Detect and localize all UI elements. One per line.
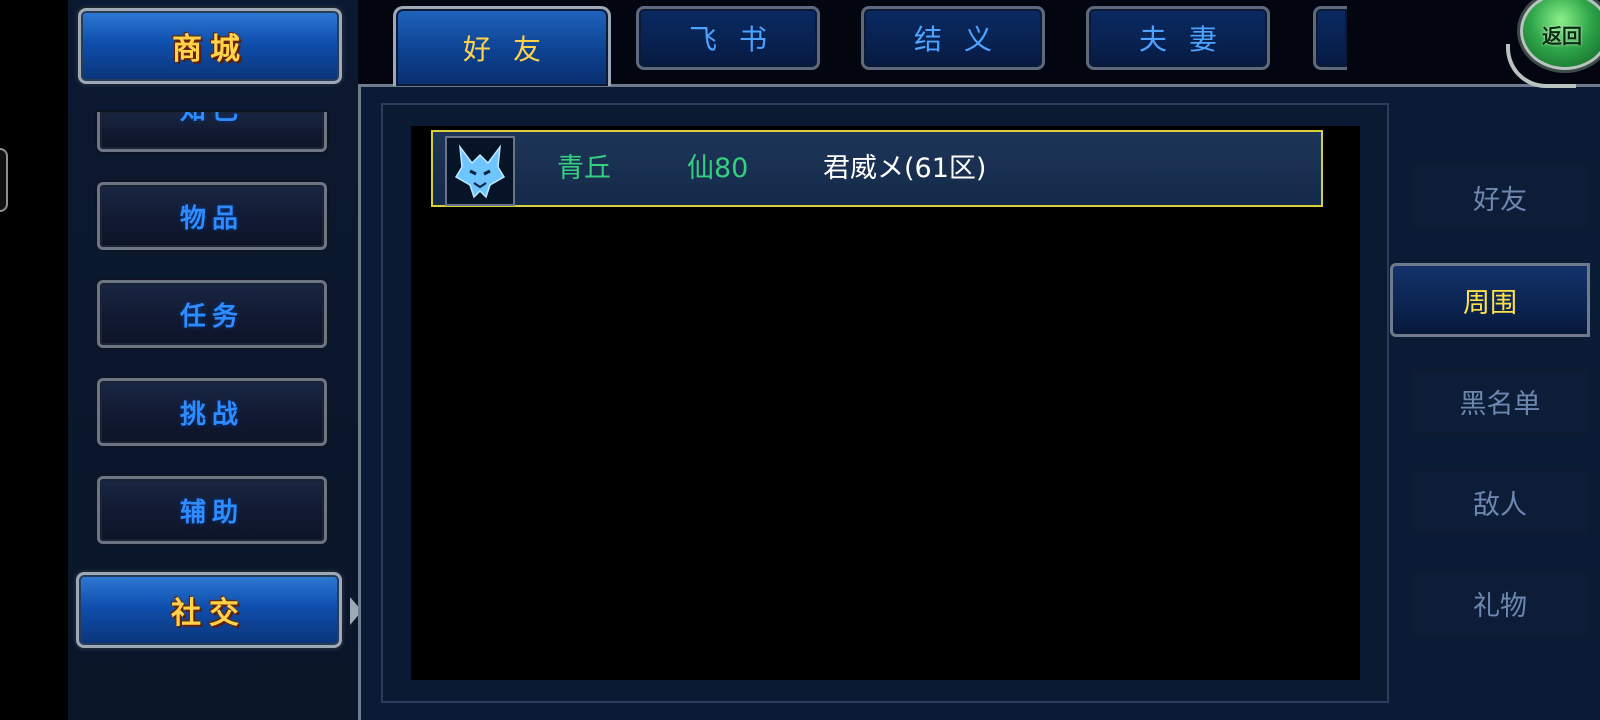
return-button[interactable]: 返回 [1506, 0, 1600, 88]
tab-flying-letter[interactable]: 飞书 [636, 6, 820, 70]
side-menu-item-partial[interactable]: 知己 [97, 112, 327, 152]
subtab-label: 敌人 [1473, 489, 1527, 521]
game-social-screen: 商城 知己 物品 任务 挑战 辅助 社交 好友 飞书 结义 夫妻 返回 [0, 0, 1600, 720]
tab-partial[interactable] [1313, 6, 1347, 70]
tab-label: 飞书 [688, 23, 789, 56]
subtab-label: 周围 [1463, 287, 1517, 319]
subtab-friends[interactable]: 好友 [1411, 164, 1589, 230]
side-menu-item-social[interactable]: 社交 [76, 572, 342, 648]
friend-list [411, 126, 1360, 680]
player-name: 青丘 [557, 153, 611, 184]
side-menu-item-label: 任务 [179, 301, 244, 332]
subtab-label: 好友 [1473, 184, 1527, 216]
subtab-label: 礼物 [1473, 590, 1527, 622]
side-menu-item-label: 辅助 [179, 497, 244, 528]
player-level: 仙80 [687, 153, 749, 184]
side-drawer-handle[interactable] [0, 148, 8, 212]
side-menu-item-assist[interactable]: 辅助 [97, 476, 327, 544]
side-menu-item-label: 挑战 [179, 399, 244, 430]
tab-label: 结义 [913, 23, 1014, 56]
side-menu-item-label: 物品 [179, 203, 244, 234]
subtab-enemies[interactable]: 敌人 [1411, 469, 1589, 535]
subtab-nearby[interactable]: 周围 [1390, 263, 1590, 337]
subtab-label: 黑名单 [1459, 388, 1541, 420]
wolf-emblem-icon [445, 136, 515, 206]
shop-button-label: 商城 [172, 32, 248, 67]
tab-sworn-brothers[interactable]: 结义 [861, 6, 1045, 70]
side-menu-item-tasks[interactable]: 任务 [97, 280, 327, 348]
side-menu-item-label: 社交 [171, 596, 247, 631]
return-button-label: 返回 [1542, 24, 1582, 48]
tab-label: 好友 [462, 32, 563, 66]
side-menu-item-challenge[interactable]: 挑战 [97, 378, 327, 446]
screen-edge [0, 0, 68, 720]
tab-label: 夫妻 [1138, 23, 1239, 56]
side-menu-item-items[interactable]: 物品 [97, 182, 327, 250]
player-guild: 君威メ(61区) [823, 153, 987, 184]
side-menu-item-label: 知己 [180, 112, 244, 127]
tab-spouse[interactable]: 夫妻 [1086, 6, 1270, 70]
list-item[interactable]: 青丘 仙80 君威メ(61区) [431, 130, 1323, 207]
shop-button[interactable]: 商城 [78, 8, 342, 84]
subtab-blacklist[interactable]: 黑名单 [1411, 368, 1589, 434]
subtab-gifts[interactable]: 礼物 [1411, 570, 1589, 636]
tab-friends[interactable]: 好友 [393, 6, 611, 86]
